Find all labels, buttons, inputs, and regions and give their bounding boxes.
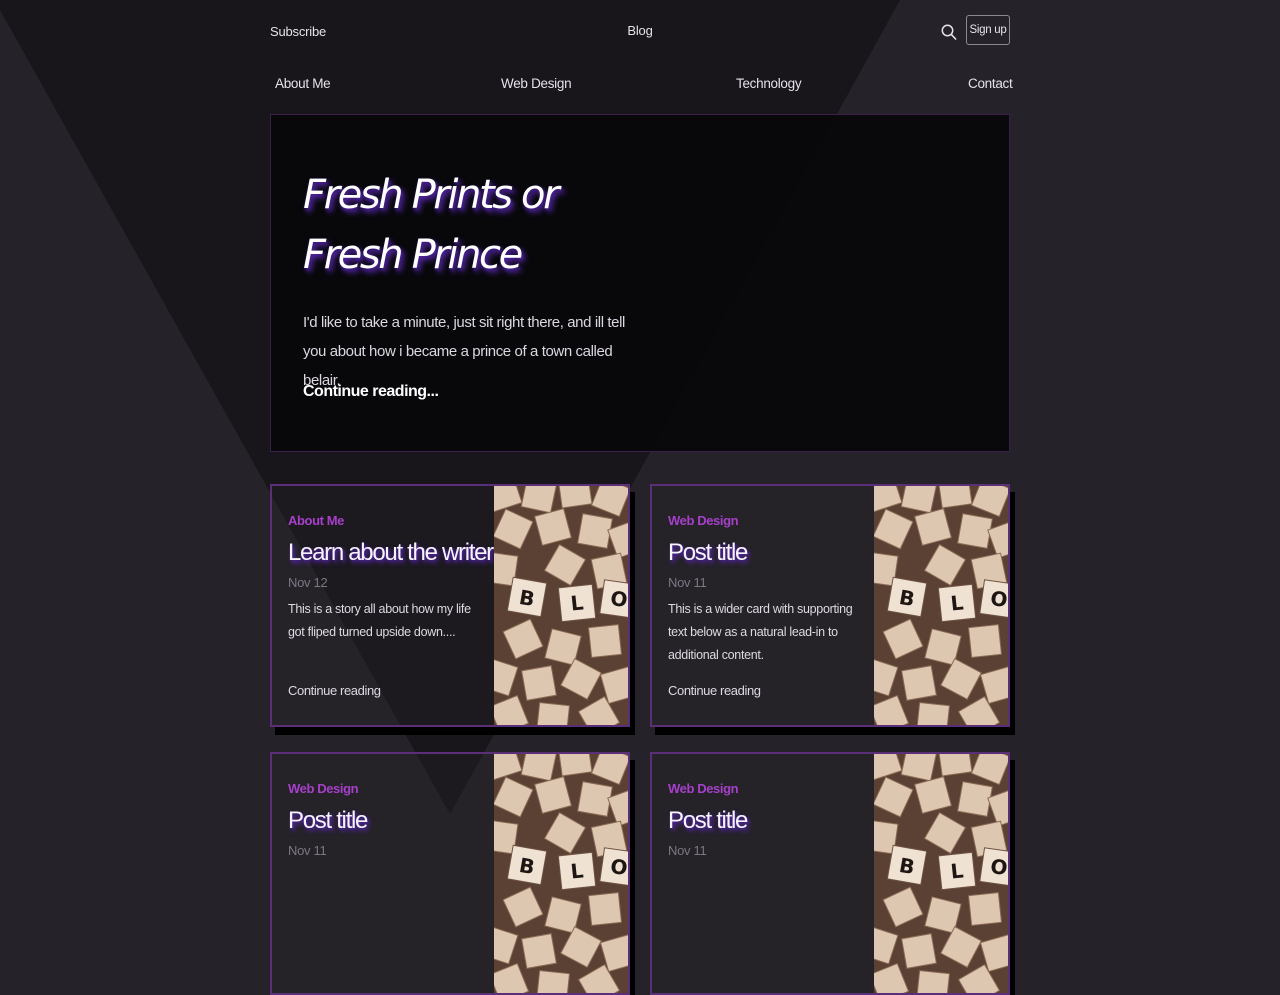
masthead: Subscribe Blog Sign up <box>270 0 1010 64</box>
card-date: Nov 11 <box>668 843 707 858</box>
card-date: Nov 11 <box>288 843 327 858</box>
card-title: Post title <box>288 807 368 834</box>
card-continue-link[interactable]: Continue reading <box>668 683 761 698</box>
blog-tiles-thumbnail <box>494 486 628 725</box>
card-continue-link[interactable]: Continue reading <box>288 683 381 698</box>
featured-title: Fresh Prints or Fresh Prince <box>303 172 560 278</box>
post-card[interactable]: About Me Learn about the writer Nov 12 T… <box>270 484 630 727</box>
category-nav: About Me Web Design Technology Contact <box>270 64 1013 114</box>
blog-title[interactable]: Blog <box>270 23 1010 38</box>
card-date: Nov 12 <box>288 575 328 590</box>
sign-up-button[interactable]: Sign up <box>966 15 1010 45</box>
card-category[interactable]: About Me <box>288 513 344 528</box>
blog-tiles-thumbnail <box>874 486 1008 725</box>
card-category[interactable]: Web Design <box>668 781 739 796</box>
blog-tiles-thumbnail <box>874 754 1008 993</box>
nav-contact[interactable]: Contact <box>968 76 1013 91</box>
post-card[interactable]: Web Design Post title Nov 11 <box>650 752 1010 995</box>
post-card[interactable]: Web Design Post title Nov 11 This is a w… <box>650 484 1010 727</box>
featured-excerpt: I'd like to take a minute, just sit righ… <box>303 314 625 389</box>
blog-tiles-thumbnail <box>494 754 628 993</box>
card-title: Post title <box>668 539 748 566</box>
featured-continue-link[interactable]: Continue reading... <box>303 383 439 401</box>
card-title: Learn about the writer <box>288 539 494 566</box>
search-icon[interactable] <box>941 23 957 41</box>
page-container: Subscribe Blog Sign up About Me Web Desi… <box>270 0 1013 995</box>
card-category[interactable]: Web Design <box>288 781 359 796</box>
card-title: Post title <box>668 807 748 834</box>
card-date: Nov 11 <box>668 575 707 590</box>
nav-web-design[interactable]: Web Design <box>501 76 572 91</box>
post-card[interactable]: Web Design Post title Nov 11 <box>270 752 630 995</box>
nav-about-me[interactable]: About Me <box>275 76 331 91</box>
card-excerpt: This is a story all about how my life go… <box>288 602 471 639</box>
nav-technology[interactable]: Technology <box>736 76 802 91</box>
card-category[interactable]: Web Design <box>668 513 739 528</box>
featured-post: Fresh Prints or Fresh Prince I'd like to… <box>270 114 1010 452</box>
card-excerpt: This is a wider card with supporting tex… <box>668 602 853 662</box>
